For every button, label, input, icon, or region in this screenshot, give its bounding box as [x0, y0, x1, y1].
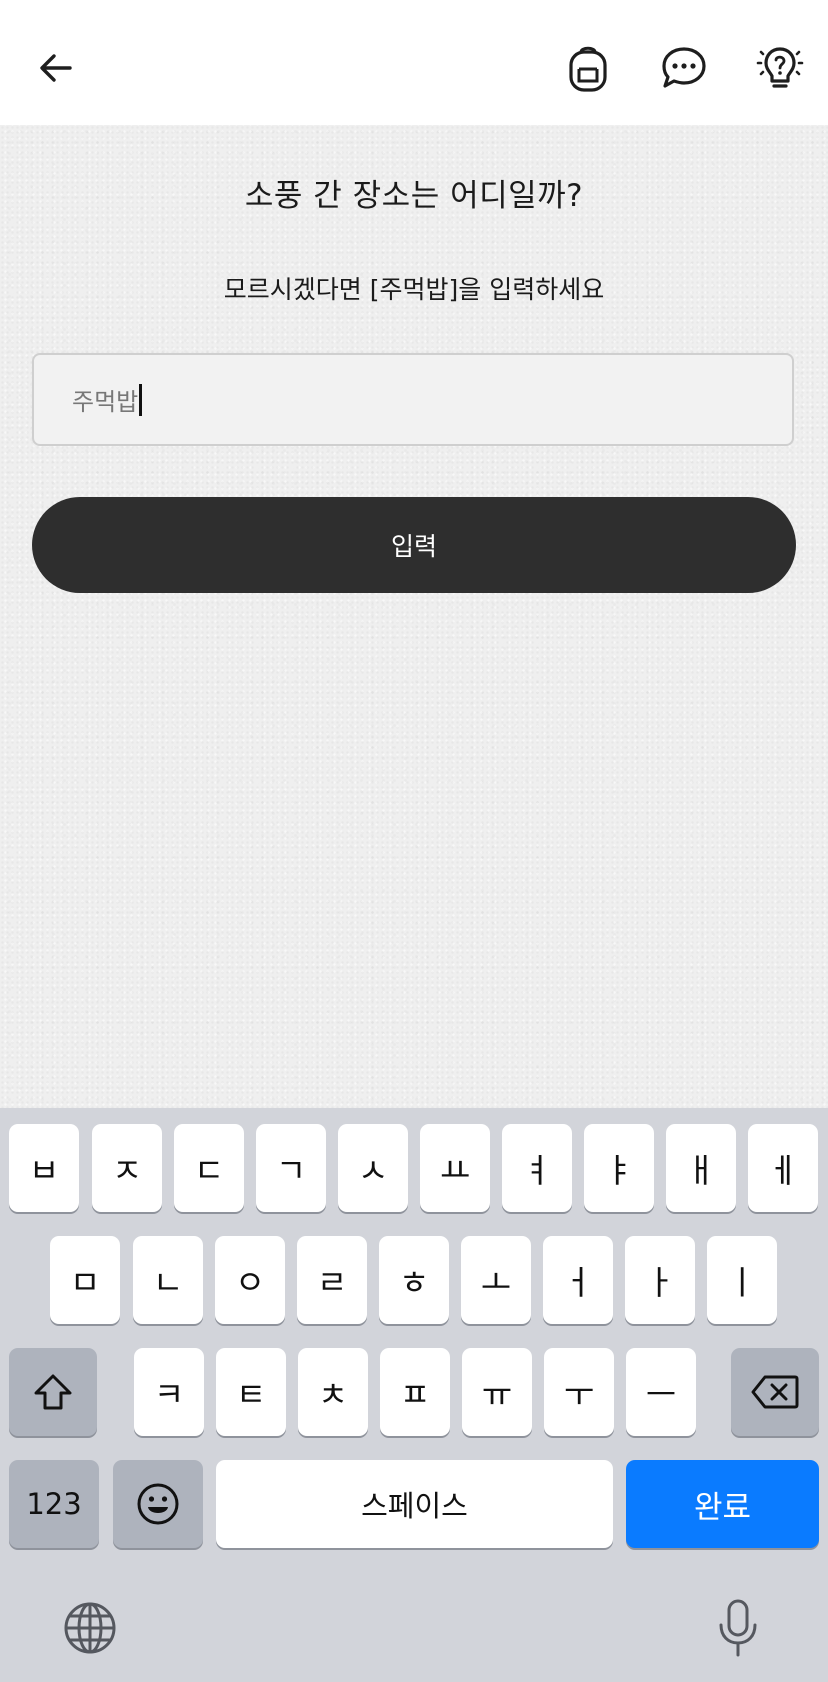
key[interactable]: ㅇ	[215, 1236, 285, 1324]
key[interactable]: ㅍ	[380, 1348, 450, 1436]
lightbulb-question-icon[interactable]	[752, 40, 808, 96]
quiz-content: 소풍 간 장소는 어디일까? 모르시겠다면 [주먹밥]을 입력하세요 주먹밥 입…	[0, 125, 828, 1108]
key[interactable]: ㅈ	[92, 1124, 162, 1212]
answer-input[interactable]: 주먹밥	[32, 353, 794, 446]
globe-icon[interactable]	[58, 1596, 122, 1660]
key[interactable]: ㅛ	[420, 1124, 490, 1212]
smiley-icon	[137, 1483, 179, 1525]
key[interactable]: ㅡ	[626, 1348, 696, 1436]
key[interactable]: ㅕ	[502, 1124, 572, 1212]
key[interactable]: ㄱ	[256, 1124, 326, 1212]
key[interactable]: ㅔ	[748, 1124, 818, 1212]
key[interactable]: ㅐ	[666, 1124, 736, 1212]
quiz-question: 소풍 간 장소는 어디일까?	[244, 178, 584, 214]
key[interactable]: ㅊ	[298, 1348, 368, 1436]
backpack-icon[interactable]	[560, 40, 616, 96]
quiz-hint: 모르시겠다면 [주먹밥]을 입력하세요	[223, 275, 605, 304]
key[interactable]: ㄴ	[133, 1236, 203, 1324]
key[interactable]: ㅅ	[338, 1124, 408, 1212]
key[interactable]: ㅗ	[461, 1236, 531, 1324]
back-arrow-icon[interactable]	[28, 40, 84, 96]
key[interactable]: ㅜ	[544, 1348, 614, 1436]
korean-keyboard: ㅂ ㅈ ㄷ ㄱ ㅅ ㅛ ㅕ ㅑ ㅐ ㅔ ㅁ ㄴ ㅇ ㄹ ㅎ ㅗ ㅓ ㅏ ㅣ ㅋ …	[0, 1108, 828, 1682]
submit-button[interactable]: 입력	[32, 497, 796, 593]
numbers-key[interactable]: 123	[9, 1460, 99, 1548]
key[interactable]: ㅣ	[707, 1236, 777, 1324]
key[interactable]: ㅓ	[543, 1236, 613, 1324]
space-key[interactable]: 스페이스	[216, 1460, 613, 1548]
backspace-key[interactable]	[731, 1348, 819, 1436]
key[interactable]: ㅂ	[9, 1124, 79, 1212]
shift-arrow-icon	[34, 1374, 72, 1410]
key[interactable]: ㅎ	[379, 1236, 449, 1324]
key[interactable]: ㅏ	[625, 1236, 695, 1324]
done-key[interactable]: 완료	[626, 1460, 819, 1548]
backspace-icon	[751, 1375, 799, 1409]
key[interactable]: ㄹ	[297, 1236, 367, 1324]
key[interactable]: ㅁ	[50, 1236, 120, 1324]
text-caret	[139, 383, 143, 416]
key[interactable]: ㅌ	[216, 1348, 286, 1436]
top-app-bar	[0, 0, 828, 125]
key[interactable]: ㅠ	[462, 1348, 532, 1436]
key[interactable]: ㅑ	[584, 1124, 654, 1212]
key[interactable]: ㅋ	[134, 1348, 204, 1436]
shift-key[interactable]	[9, 1348, 97, 1436]
key[interactable]: ㄷ	[174, 1124, 244, 1212]
answer-input-value: 주먹밥	[72, 388, 139, 416]
microphone-icon[interactable]	[706, 1596, 770, 1660]
emoji-key[interactable]	[113, 1460, 203, 1548]
chat-bubble-icon[interactable]	[656, 40, 712, 96]
